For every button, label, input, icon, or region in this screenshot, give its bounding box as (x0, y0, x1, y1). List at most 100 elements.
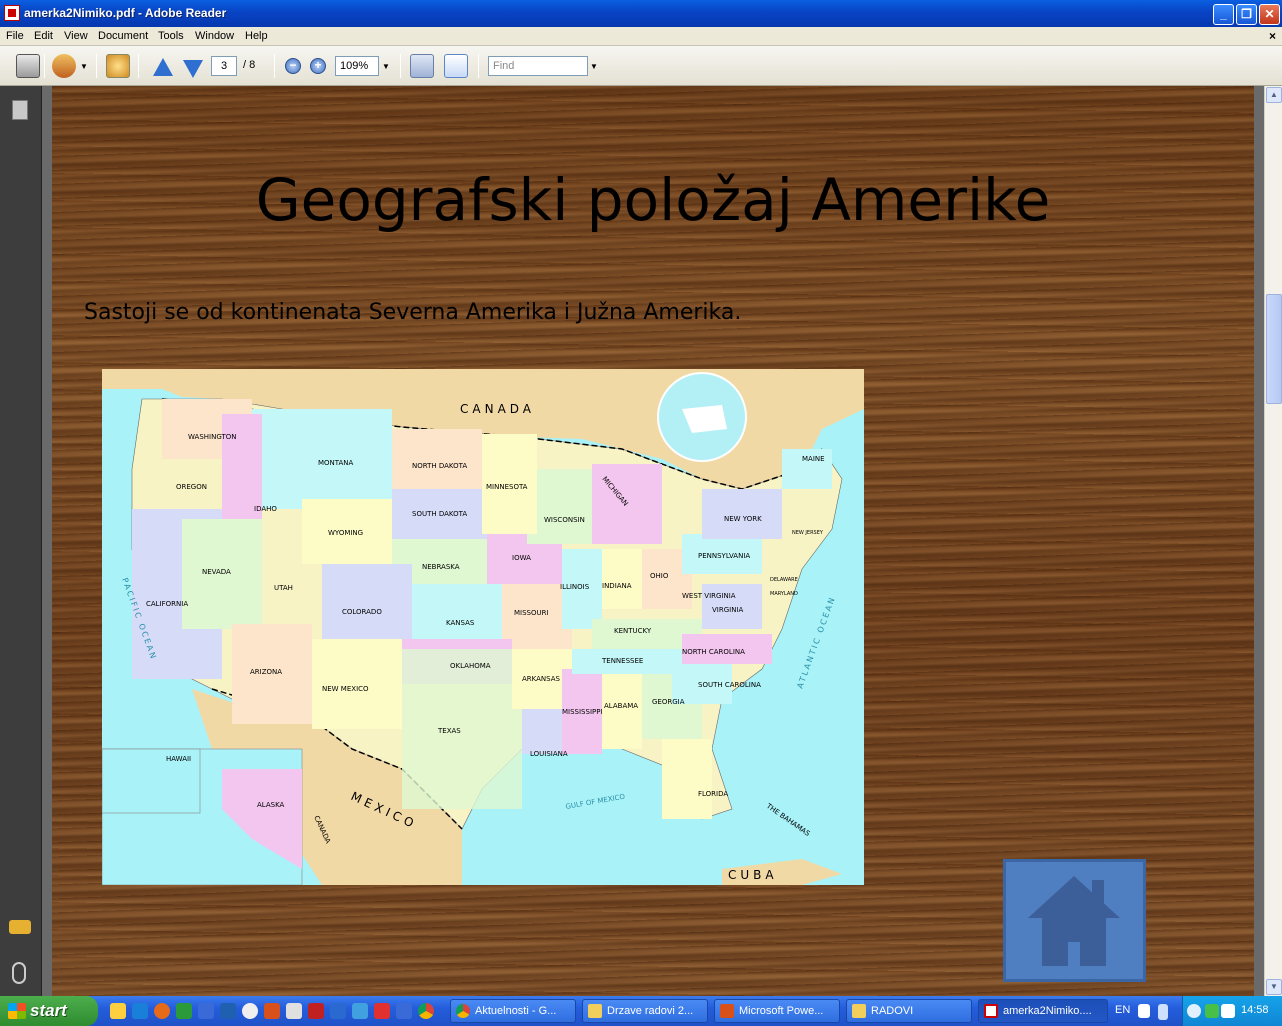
volume-icon[interactable] (1221, 1004, 1235, 1018)
close-document-button[interactable]: × (1269, 29, 1276, 43)
quicklaunch-icon[interactable] (286, 1003, 302, 1019)
find-input[interactable]: Find (488, 56, 588, 76)
scroll-down-icon[interactable]: ▼ (1266, 979, 1282, 995)
home-icon (1028, 876, 1120, 966)
toolbar-separator (400, 54, 401, 78)
ie-icon[interactable] (396, 1003, 412, 1019)
menu-bar: File Edit View Document Tools Window Hel… (0, 27, 1282, 46)
zoom-out-icon[interactable]: − (285, 58, 301, 74)
scrollbar-thumb[interactable] (1266, 294, 1282, 404)
state-label: TENNESSEE (601, 657, 643, 665)
menu-window[interactable]: Window (195, 30, 234, 42)
word-icon[interactable] (220, 1003, 236, 1019)
acrobat-icon (984, 1004, 998, 1018)
home-button[interactable] (1003, 859, 1146, 982)
ie-icon[interactable] (198, 1003, 214, 1019)
menu-tools[interactable]: Tools (158, 30, 184, 42)
firefox-icon[interactable] (154, 1003, 170, 1019)
state-label: LOUISIANA (530, 750, 568, 758)
quicklaunch-icon[interactable] (352, 1003, 368, 1019)
state-label: WISCONSIN (544, 516, 585, 524)
quicklaunch-icon[interactable] (132, 1003, 148, 1019)
slide-title: Geografski položaj Amerike (255, 166, 1051, 234)
close-button[interactable]: ✕ (1259, 4, 1280, 25)
system-tray: 14:58 (1182, 996, 1282, 1026)
page-number-input[interactable]: 3 (211, 56, 237, 76)
taskbar-item-active[interactable]: amerka2Nimiko.... (978, 999, 1108, 1023)
taskbar-item[interactable]: Aktuelnosti - G... (450, 999, 576, 1023)
taskbar-item[interactable]: Microsoft Powe... (714, 999, 840, 1023)
fit-width-icon[interactable] (410, 54, 434, 78)
scroll-up-icon[interactable]: ▲ (1266, 87, 1282, 103)
fit-page-icon[interactable] (444, 54, 468, 78)
minimize-button[interactable]: _ (1213, 4, 1234, 25)
state-label: NORTH CAROLINA (682, 648, 745, 656)
navigation-panel (0, 86, 42, 996)
state-shape (322, 564, 412, 644)
chrome-icon (456, 1004, 470, 1018)
folder-icon (588, 1004, 602, 1018)
start-button[interactable]: start (0, 996, 98, 1026)
vertical-scrollbar[interactable]: ▲ ▼ (1264, 86, 1282, 996)
clock: 14:58 (1241, 1004, 1269, 1016)
input-icon[interactable] (1158, 1004, 1168, 1020)
chrome-icon[interactable] (418, 1003, 434, 1019)
chevron-down-icon[interactable]: ▼ (80, 62, 88, 86)
state-label: NEW YORK (724, 515, 762, 523)
previous-page-icon[interactable] (153, 58, 173, 76)
zoom-in-icon[interactable]: + (310, 58, 326, 74)
quicklaunch-icon[interactable] (330, 1003, 346, 1019)
map-label-canada: CANADA (460, 402, 535, 416)
menu-view[interactable]: View (64, 30, 88, 42)
pages-icon[interactable] (12, 100, 28, 120)
state-label: KANSAS (446, 619, 475, 627)
select-tool-icon[interactable] (106, 54, 130, 78)
state-label: ARIZONA (250, 668, 282, 676)
state-label: MISSOURI (514, 609, 549, 617)
quicklaunch-icon[interactable] (110, 1003, 126, 1019)
taskbar-item[interactable]: Drzave radovi 2... (582, 999, 708, 1023)
map-label-atlantic: ATLANTIC OCEAN (795, 595, 837, 690)
taskbar-item-label: amerka2Nimiko.... (1003, 1005, 1092, 1017)
restore-button[interactable]: ❐ (1236, 4, 1257, 25)
chevron-left-icon[interactable] (1187, 1004, 1201, 1018)
toolbar-separator (138, 54, 139, 78)
state-shape (392, 429, 482, 489)
state-label: NEW MEXICO (322, 685, 369, 693)
language-indicator[interactable]: EN (1115, 1004, 1130, 1016)
zoom-input[interactable]: 109% (335, 56, 379, 76)
taskbar: start Aktuelnosti - G... Drzave radovi 2… (0, 996, 1282, 1026)
state-label: NEVADA (202, 568, 231, 576)
state-label: OKLAHOMA (450, 662, 491, 670)
menu-help[interactable]: Help (245, 30, 268, 42)
chevron-down-icon[interactable]: ▼ (590, 62, 598, 86)
state-label: INDIANA (602, 582, 632, 590)
calculator-icon[interactable] (308, 1003, 324, 1019)
attachment-icon[interactable] (12, 962, 26, 984)
share-icon[interactable] (52, 54, 76, 78)
chevron-down-icon[interactable]: ▼ (382, 62, 390, 86)
acrobat-icon[interactable] (374, 1003, 390, 1019)
print-icon[interactable] (16, 54, 40, 78)
page-total: / 8 (243, 59, 256, 71)
menu-file[interactable]: File (6, 30, 24, 42)
state-label: ARKANSAS (522, 675, 561, 683)
adobe-reader-icon (4, 5, 20, 21)
taskbar-item-label: RADOVI (871, 1005, 914, 1017)
state-label: WEST VIRGINIA (682, 592, 736, 600)
taskbar-item[interactable]: RADOVI (846, 999, 972, 1023)
quicklaunch-icon[interactable] (242, 1003, 258, 1019)
menu-document[interactable]: Document (98, 30, 148, 42)
help-icon[interactable] (1138, 1004, 1150, 1018)
menu-edit[interactable]: Edit (34, 30, 53, 42)
state-shape (312, 639, 402, 729)
slide-subtitle: Sastoji se od kontinenata Severna Amerik… (84, 300, 742, 325)
network-icon[interactable] (1205, 1004, 1219, 1018)
taskbar-item-label: Aktuelnosti - G... (475, 1005, 557, 1017)
powerpoint-icon (720, 1004, 734, 1018)
next-page-icon[interactable] (183, 60, 203, 78)
quicklaunch-icon[interactable] (176, 1003, 192, 1019)
state-label: DELAWARE (770, 577, 798, 583)
powerpoint-icon[interactable] (264, 1003, 280, 1019)
comments-icon[interactable] (9, 920, 31, 934)
